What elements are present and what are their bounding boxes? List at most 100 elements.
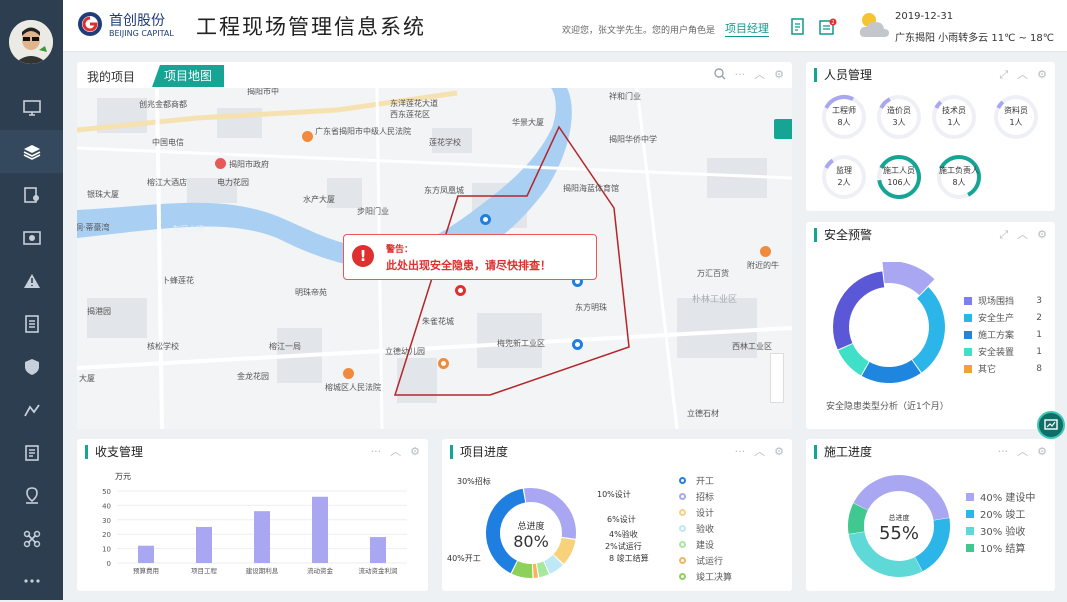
finance-panel: 收支管理 ···︿⚙ 万元 01020304050预算费用项目工程建设期利息流动… [77,439,428,591]
legend-item: 施工方案1 [964,328,1042,341]
legend-item: 试运行 [679,554,723,567]
drone-icon[interactable] [0,517,63,560]
role-count: 1人 [1009,117,1022,129]
poi-label: 东门大桥 [172,224,204,235]
map-marker-pin[interactable] [760,246,771,257]
role-count: 8人 [837,117,850,129]
settings-gear-icon[interactable]: ⚙ [1037,228,1047,241]
avatar[interactable] [9,20,53,64]
map-project-marker[interactable] [455,285,466,296]
personnel-role-item[interactable]: 造价员3人 [874,94,924,140]
personnel-role-item[interactable]: 工程师8人 [819,94,869,140]
collapse-icon[interactable]: ︿ [754,445,765,458]
weather-cloud-sun-icon [857,11,891,41]
settings-gear-icon[interactable]: ⚙ [1037,68,1047,81]
expand-icon[interactable]: ⤢ [999,228,1008,241]
settings-gear-icon[interactable]: ⚙ [410,445,420,458]
settings-gear-icon[interactable]: ⚙ [774,445,784,458]
notes-icon[interactable] [0,431,63,474]
camera-icon[interactable] [0,216,63,259]
document-icon[interactable] [790,18,806,36]
map-project-marker[interactable] [572,339,583,350]
float-chart-button[interactable] [1037,411,1065,439]
expand-icon[interactable]: ⤢ [999,68,1008,81]
slice-callout-label: 30%招标 [457,476,491,486]
map-canvas[interactable]: 揭阳市中 创兆金都商都 东洋莲花大道 西东莲花区 祥和门业 广东省揭阳市中级人民… [77,88,792,429]
project-map-panel: 我的项目 项目地图 ··· ︿ ⚙ 揭阳市中 创兆金都商都 东洋莲花大道 西东莲… [77,62,792,429]
slice-callout-label: 40%开工 [447,554,481,563]
warning-sign-icon[interactable] [0,259,63,302]
legend-label: 安全装置 [978,345,1036,358]
legend-item: 开工 [679,474,714,487]
legend-swatch [679,493,686,500]
legend-swatch [679,509,686,516]
user-role-link[interactable]: 项目经理 [725,20,769,37]
project-progress-panel: 项目进度 ···︿⚙ 总进度80%30%招标10%设计6%设计4%验收2%试运行… [442,439,792,591]
poi-label: 立德幼儿园 [385,346,425,357]
search-icon[interactable] [714,68,726,83]
message-icon[interactable]: 2 [819,18,837,36]
map-search-icon[interactable] [774,119,792,139]
more-options-icon[interactable]: ··· [998,445,1009,458]
poi-label: 西东莲花区 [390,109,430,120]
map-marker-pin[interactable] [215,158,226,169]
poi-label: 水产大厦 [303,194,335,205]
more-icon[interactable] [0,559,63,602]
personnel-role-item[interactable]: 施工负责人8人 [934,154,984,200]
more-options-icon[interactable]: ··· [735,445,746,458]
personnel-role-item[interactable]: 技术员1人 [929,94,979,140]
monitor-icon[interactable] [0,86,63,129]
poi-label: 朱雀花城 [422,316,454,327]
more-options-icon[interactable]: ··· [735,68,746,83]
map-marker-pin[interactable] [343,368,354,379]
more-options-icon[interactable]: ··· [371,445,382,458]
legend-label: 10% 结算 [980,540,1025,555]
settings-gear-icon[interactable]: ⚙ [1037,445,1047,458]
legend-swatch [966,493,974,501]
shield-icon[interactable] [0,345,63,388]
bar [196,527,212,563]
x-tick-label: 项目工程 [191,566,218,575]
collapse-icon[interactable]: ︿ [1017,68,1028,81]
panel-title: 施工进度 [814,445,872,459]
safety-donut-slice [866,367,917,375]
layers-icon[interactable] [0,130,63,173]
map-project-marker[interactable] [480,214,491,225]
tab-project-map[interactable]: 项目地图 [152,65,224,87]
legend-item: 验收 [679,522,714,535]
legend-swatch [964,331,972,339]
collapse-icon[interactable]: ︿ [1017,445,1028,458]
settings-gear-icon[interactable]: ⚙ [774,68,784,83]
legend-item: 其它8 [964,362,1042,375]
worker-icon[interactable] [0,388,63,431]
panel-title: 项目进度 [450,445,508,459]
collapse-icon[interactable]: ︿ [754,68,765,83]
personnel-role-item[interactable]: 监理2人 [819,154,869,200]
role-name: 造价员 [887,105,911,117]
safety-warning-popup[interactable]: ! 警告： 此处出现安全隐患，请尽快排查！ [343,234,597,280]
personnel-role-item[interactable]: 资料员1人 [991,94,1041,140]
location-icon[interactable] [0,474,63,517]
safety-donut-slice [841,279,883,346]
role-name: 监理 [836,165,852,177]
personnel-role-item[interactable]: 施工人员106人 [874,154,924,200]
collapse-icon[interactable]: ︿ [1017,228,1028,241]
construction-center-value: 55% [879,523,919,544]
legend-label: 建设 [696,538,714,551]
document-person-icon[interactable] [0,173,63,216]
poi-label: 立德石材 [687,408,719,419]
poi-label: 广东省揭阳市中级人民法院 [315,126,411,137]
legend-value: 1 [1036,347,1042,357]
slice-callout-label: 2%试运行 [605,541,642,551]
bar [138,546,154,563]
map-zoom-control[interactable] [770,353,784,403]
map-project-marker[interactable] [438,358,449,369]
poi-label: 梅兜新工业区 [497,338,545,349]
tab-my-projects[interactable]: 我的项目 [87,68,135,85]
checklist-icon[interactable] [0,302,63,345]
warning-message: 此处出现安全隐患，请尽快排查！ [386,257,551,273]
safety-donut-slice [884,272,927,287]
map-marker-pin[interactable] [302,131,313,142]
panel-controls: ··· ︿ ⚙ [735,445,784,458]
collapse-icon[interactable]: ︿ [390,445,401,458]
